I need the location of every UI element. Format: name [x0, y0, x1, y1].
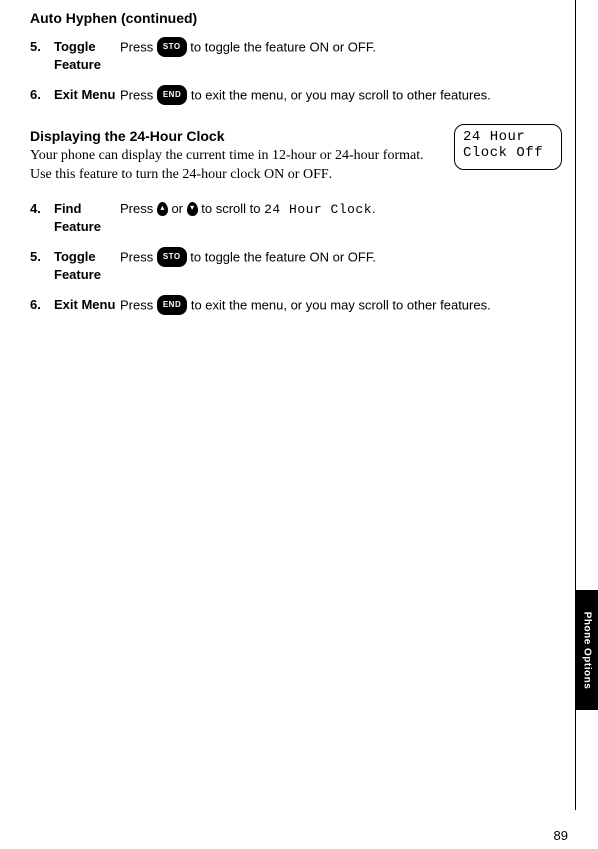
step-row: 5. Toggle Feature Press STO to toggle th…: [30, 38, 562, 74]
display-line: Clock Off: [463, 145, 553, 161]
phone-display: 24 Hour Clock Off: [454, 124, 562, 170]
end-key-icon: END: [157, 85, 187, 105]
intro-text: Your phone can display the current time …: [30, 146, 442, 184]
text: Press: [120, 249, 157, 264]
step-number: 5.: [30, 248, 54, 266]
subsection-heading: Displaying the 24-Hour Clock: [30, 128, 442, 144]
text: to scroll to: [198, 201, 264, 216]
text: to exit the menu, or you may scroll to o…: [187, 87, 490, 102]
step-label: Exit Menu: [54, 296, 120, 314]
step-row: 6. Exit Menu Press END to exit the menu,…: [30, 296, 562, 316]
section-tab: Phone Options: [576, 590, 598, 710]
section1-steps: 5. Toggle Feature Press STO to toggle th…: [30, 38, 562, 106]
text: OFF: [303, 167, 329, 182]
step-row: 6. Exit Menu Press END to exit the menu,…: [30, 86, 562, 106]
end-key-icon: END: [157, 295, 187, 315]
text: Press: [120, 297, 157, 312]
text: or: [168, 201, 187, 216]
section-tab-label: Phone Options: [582, 611, 593, 689]
down-key-icon: ▾: [187, 202, 198, 216]
step-row: 4. Find Feature Press ▴ or ▾ to scroll t…: [30, 200, 562, 236]
step-label: Toggle Feature: [54, 248, 120, 284]
section2-steps: 4. Find Feature Press ▴ or ▾ to scroll t…: [30, 200, 562, 316]
text: Press: [120, 87, 157, 102]
step-number: 4.: [30, 200, 54, 218]
text: or: [284, 167, 303, 182]
step-description: Press END to exit the menu, or you may s…: [120, 296, 562, 316]
step-number: 6.: [30, 296, 54, 314]
up-key-icon: ▴: [157, 202, 168, 216]
text: to toggle the feature ON or OFF.: [187, 249, 376, 264]
text: .: [329, 167, 333, 182]
step-label: Find Feature: [54, 200, 120, 236]
step-label: Toggle Feature: [54, 38, 120, 74]
step-description: Press END to exit the menu, or you may s…: [120, 86, 562, 106]
step-number: 5.: [30, 38, 54, 56]
continued-heading: Auto Hyphen (continued): [30, 10, 562, 26]
step-description: Press STO to toggle the feature ON or OF…: [120, 248, 562, 268]
text: Press: [120, 201, 157, 216]
text: .: [372, 201, 376, 216]
feature-name: 24 Hour Clock: [264, 202, 372, 217]
step-number: 6.: [30, 86, 54, 104]
page-number: 89: [554, 828, 568, 843]
step-description: Press STO to toggle the feature ON or OF…: [120, 38, 562, 58]
text: to exit the menu, or you may scroll to o…: [187, 297, 490, 312]
text: Press: [120, 39, 157, 54]
text: ON: [264, 167, 284, 182]
sto-key-icon: STO: [157, 247, 187, 267]
text: Your phone can display the current time …: [30, 148, 424, 182]
sto-key-icon: STO: [157, 37, 187, 57]
step-row: 5. Toggle Feature Press STO to toggle th…: [30, 248, 562, 284]
step-label: Exit Menu: [54, 86, 120, 104]
text: to toggle the feature ON or OFF.: [187, 39, 376, 54]
step-description: Press ▴ or ▾ to scroll to 24 Hour Clock.: [120, 200, 562, 219]
display-line: 24 Hour: [463, 129, 553, 145]
